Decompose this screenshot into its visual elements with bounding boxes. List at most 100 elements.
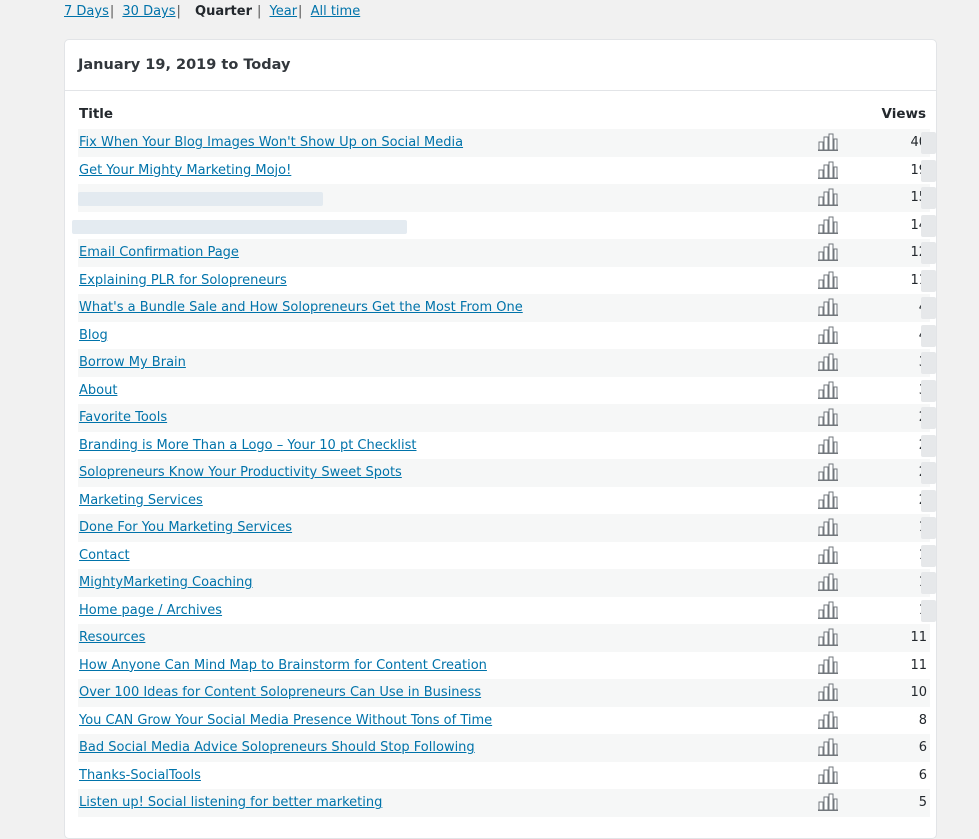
table-row: Marketing Services2 [78, 487, 936, 515]
separator: | [109, 4, 115, 19]
period-quarter-current: Quarter [195, 4, 252, 19]
view-count: 5 [918, 795, 927, 811]
post-title-link[interactable]: About [79, 383, 117, 398]
bar-chart-icon[interactable] [818, 491, 838, 509]
redacted-view-digit [921, 297, 936, 319]
period-7-days[interactable]: 7 Days [64, 4, 109, 19]
bar-chart-icon[interactable] [818, 271, 838, 289]
bar-chart-icon[interactable] [818, 766, 838, 784]
table-row: Contact1 [78, 542, 936, 570]
redacted-view-digit [921, 352, 936, 374]
redacted-view-digit [921, 434, 936, 457]
post-title-link[interactable]: Branding is More Than a Logo – Your 10 p… [79, 438, 417, 453]
table-header: Title Views [78, 106, 926, 128]
bar-chart-icon[interactable] [818, 216, 838, 234]
redacted-view-digit [921, 132, 936, 154]
redacted-view-digit [921, 242, 936, 264]
bar-chart-icon[interactable] [818, 408, 838, 426]
post-title-link[interactable]: Borrow My Brain [79, 355, 186, 370]
post-title-link[interactable]: Done For You Marketing Services [79, 520, 292, 535]
bar-chart-icon[interactable] [818, 711, 838, 729]
bar-chart-icon[interactable] [818, 188, 838, 206]
redacted-view-digit [921, 407, 936, 429]
table-row: Home page / Archives1 [78, 597, 936, 625]
table-row: Thanks-SocialTools 6 [78, 762, 930, 790]
table-row: Done For You Marketing Services1 [78, 514, 936, 542]
bar-chart-icon[interactable] [818, 546, 838, 564]
redacted-view-digit [921, 599, 936, 622]
period-30-days[interactable]: 30 Days [122, 4, 175, 19]
bar-chart-icon[interactable] [818, 133, 838, 151]
bar-chart-icon[interactable] [818, 161, 838, 179]
redacted-title [78, 192, 323, 206]
bar-chart-icon[interactable] [818, 243, 838, 261]
separator: | [256, 4, 262, 19]
post-title-link[interactable]: How Anyone Can Mind Map to Brainstorm fo… [79, 658, 487, 673]
redacted-view-digit [921, 462, 936, 484]
post-title-link[interactable]: Favorite Tools [79, 410, 167, 425]
post-title-link[interactable]: Blog [79, 328, 108, 343]
bar-chart-icon[interactable] [818, 518, 838, 536]
redacted-title [72, 219, 407, 234]
view-count: 8 [918, 712, 927, 728]
bar-chart-icon[interactable] [818, 628, 838, 646]
view-count: 10 [910, 685, 927, 701]
post-title-link[interactable]: What's a Bundle Sale and How Solopreneur… [79, 300, 523, 315]
view-count: 6 [918, 740, 927, 756]
table-row: Solopreneurs Know Your Productivity Swee… [78, 459, 936, 487]
bar-chart-icon[interactable] [818, 381, 838, 399]
redacted-view-digit [921, 269, 936, 292]
period-year[interactable]: Year [270, 4, 298, 19]
post-title-link[interactable]: Home page / Archives [79, 603, 222, 618]
bar-chart-icon[interactable] [818, 436, 838, 454]
bar-chart-icon[interactable] [818, 463, 838, 481]
table-row: 14 [72, 212, 936, 240]
table-row: Resources 11 [78, 624, 930, 652]
redacted-view-digit [921, 159, 936, 182]
table-row: Listen up! Social listening for better m… [78, 789, 930, 817]
bar-chart-icon[interactable] [818, 793, 838, 811]
bar-chart-icon[interactable] [818, 326, 838, 344]
table-row: What's a Bundle Sale and How Solopreneur… [78, 294, 936, 322]
bar-chart-icon[interactable] [818, 656, 838, 674]
bar-chart-icon[interactable] [818, 601, 838, 619]
post-title-link[interactable]: Marketing Services [79, 493, 203, 508]
table-row: Explaining PLR for Solopreneurs 11 [78, 267, 936, 295]
post-title-link[interactable]: Email Confirmation Page [79, 245, 239, 260]
bar-chart-icon[interactable] [818, 738, 838, 756]
table-row: How Anyone Can Mind Map to Brainstorm fo… [78, 652, 930, 680]
table-row: Borrow My Brain3 [78, 349, 936, 377]
table-row: MightyMarketing Coaching1 [78, 569, 936, 597]
post-title-link[interactable]: MightyMarketing Coaching [79, 575, 253, 590]
post-title-link[interactable]: Fix When Your Blog Images Won't Show Up … [79, 135, 463, 150]
table-row: You CAN Grow Your Social Media Presence … [78, 707, 930, 735]
view-count: 6 [918, 767, 927, 783]
post-views-table: Fix When Your Blog Images Won't Show Up … [72, 129, 936, 817]
bar-chart-icon[interactable] [818, 353, 838, 371]
post-title-link[interactable]: Listen up! Social listening for better m… [79, 795, 382, 810]
redacted-view-digit [921, 517, 936, 539]
post-title-link[interactable]: Over 100 Ideas for Content Solopreneurs … [79, 685, 481, 700]
post-title-link[interactable]: Contact [79, 548, 130, 563]
date-range-title: January 19, 2019 to Today [65, 40, 936, 91]
redacted-view-digit [921, 187, 936, 209]
table-row: About3 [78, 377, 936, 405]
bar-chart-icon[interactable] [818, 573, 838, 591]
post-title-link[interactable]: Resources [79, 630, 145, 645]
post-title-link[interactable]: Explaining PLR for Solopreneurs [79, 273, 287, 288]
view-count: 11 [910, 657, 927, 673]
table-row: Branding is More Than a Logo – Your 10 p… [78, 432, 936, 460]
view-count: 11 [910, 630, 927, 646]
post-title-link[interactable]: Bad Social Media Advice Solopreneurs Sho… [79, 740, 475, 755]
table-row: Email Confirmation Page 12 [78, 239, 936, 267]
post-title-link[interactable]: Get Your Mighty Marketing Mojo! [79, 163, 291, 178]
post-title-link[interactable]: Thanks-SocialTools [79, 768, 201, 783]
bar-chart-icon[interactable] [818, 298, 838, 316]
period-all-time[interactable]: All time [311, 4, 361, 19]
post-title-link[interactable]: Solopreneurs Know Your Productivity Swee… [79, 465, 402, 480]
post-title-link[interactable]: You CAN Grow Your Social Media Presence … [79, 713, 492, 728]
redacted-view-digit [921, 572, 936, 594]
redacted-view-digit [921, 544, 936, 567]
bar-chart-icon[interactable] [818, 683, 838, 701]
redacted-view-digit [921, 379, 936, 402]
